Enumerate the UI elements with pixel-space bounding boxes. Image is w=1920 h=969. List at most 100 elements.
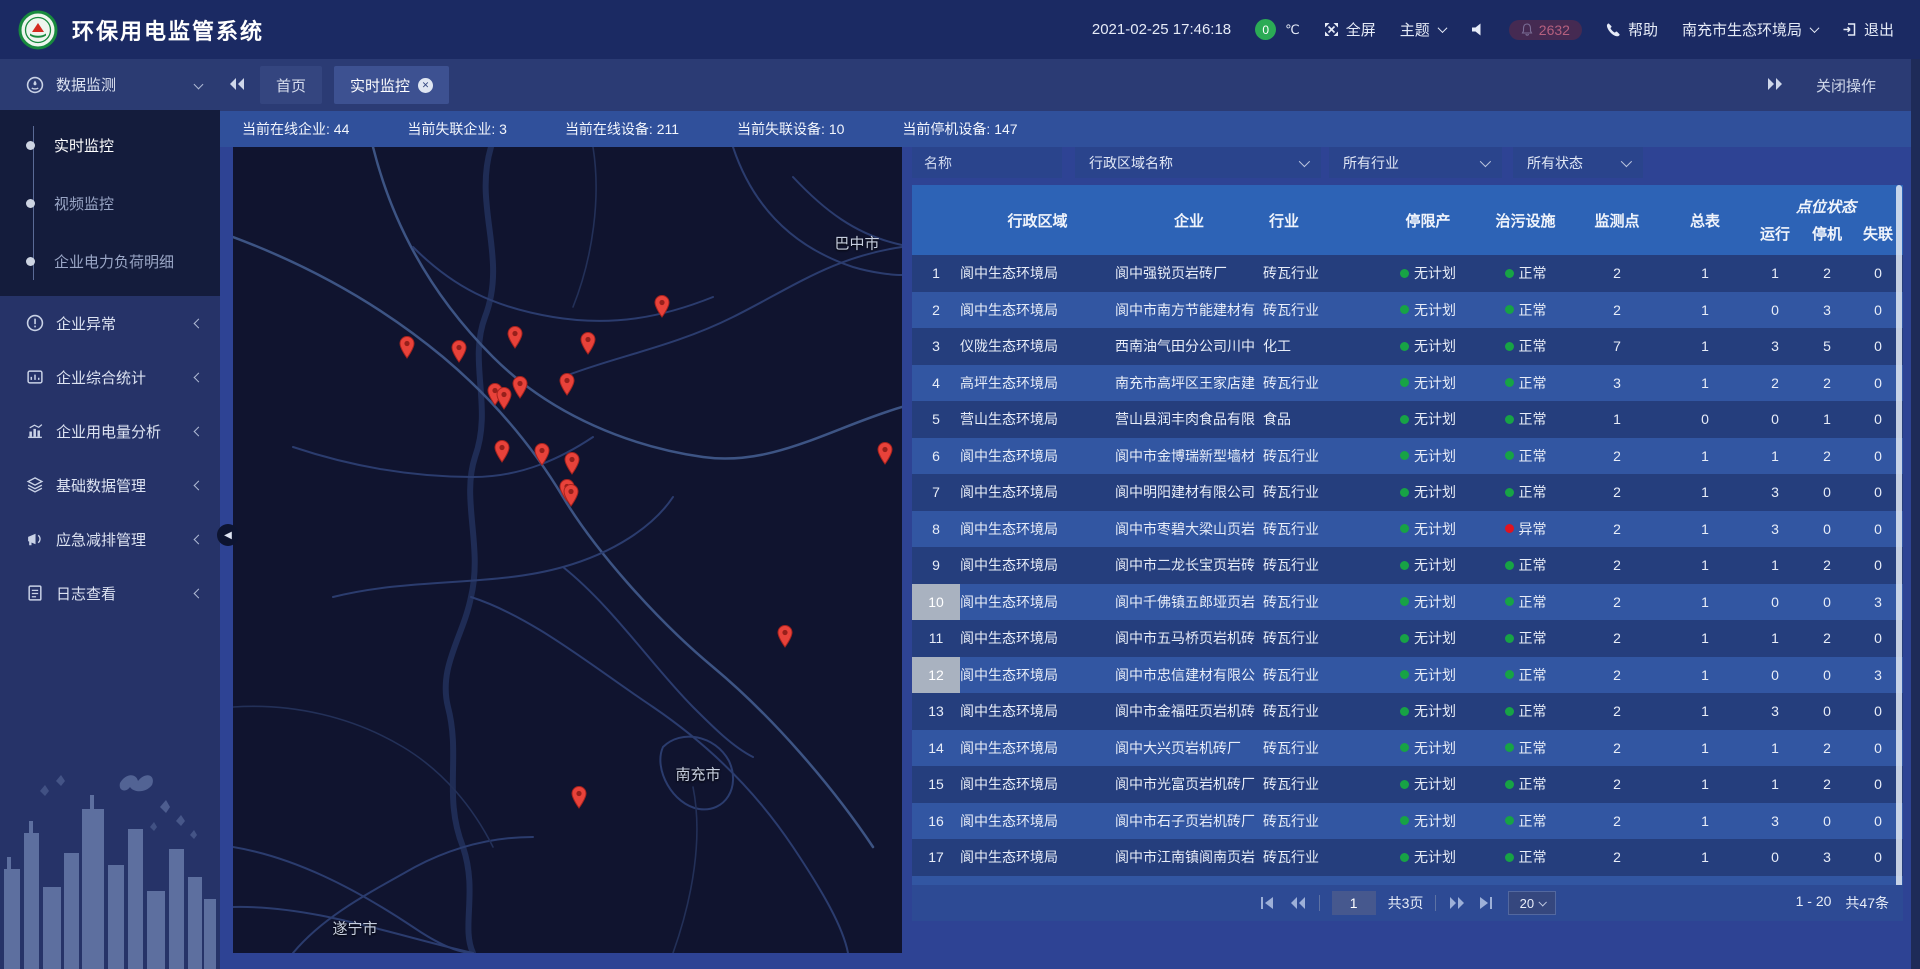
- row-index[interactable]: 11: [912, 620, 960, 657]
- prev-page-button[interactable]: [1289, 896, 1307, 910]
- row-index[interactable]: 1: [912, 255, 960, 292]
- map-pin[interactable]: [511, 375, 529, 399]
- page-number-input[interactable]: [1332, 891, 1376, 915]
- row-index[interactable]: 5: [912, 401, 960, 438]
- table-row[interactable]: 5营山生态环境局营山县润丰肉食品有限食品无计划正常10010: [912, 401, 1903, 438]
- fullscreen-button[interactable]: 全屏: [1324, 19, 1376, 40]
- row-index[interactable]: 12: [912, 657, 960, 694]
- sidebar-item-4[interactable]: 基础数据管理: [0, 458, 220, 512]
- map-pin[interactable]: [563, 451, 581, 475]
- tabs-scroll-left-button[interactable]: [228, 77, 248, 93]
- divider: [1319, 895, 1320, 911]
- table-row[interactable]: 16阆中生态环境局阆中市石子页岩机砖厂砖瓦行业无计划正常21300: [912, 803, 1903, 840]
- org-dropdown[interactable]: 南充市生态环境局: [1682, 19, 1818, 40]
- tab-home[interactable]: 首页: [260, 66, 322, 104]
- table-row[interactable]: 13阆中生态环境局阆中市金福旺页岩机砖砖瓦行业无计划正常21300: [912, 693, 1903, 730]
- row-index[interactable]: 7: [912, 474, 960, 511]
- close-operations-button[interactable]: 关闭操作: [1816, 75, 1876, 96]
- row-index[interactable]: 16: [912, 803, 960, 840]
- region-select[interactable]: 行政区域名称: [1075, 147, 1321, 178]
- first-page-button[interactable]: [1259, 896, 1277, 910]
- table-row[interactable]: 14阆中生态环境局阆中大兴页岩机砖厂砖瓦行业无计划正常21120: [912, 730, 1903, 767]
- table-row[interactable]: 7阆中生态环境局阆中明阳建材有限公司砖瓦行业无计划正常21300: [912, 474, 1903, 511]
- sidebar-item-2[interactable]: 企业综合统计: [0, 350, 220, 404]
- map-pin[interactable]: [533, 442, 551, 466]
- cell-halt-count: 5: [1801, 328, 1853, 365]
- map-pin[interactable]: [506, 325, 524, 349]
- row-index[interactable]: 3: [912, 328, 960, 365]
- table-row[interactable]: 2阆中生态环境局阆中市南方节能建材有砖瓦行业无计划正常21030: [912, 292, 1903, 329]
- table-row[interactable]: 15阆中生态环境局阆中市光富页岩机砖厂砖瓦行业无计划正常21120: [912, 766, 1903, 803]
- tab-close-icon[interactable]: ✕: [418, 78, 433, 93]
- row-index[interactable]: 2: [912, 292, 960, 329]
- table-row[interactable]: 18南部生态环境局南部县砂化水泥有限公建材加工无计划正常60060: [912, 876, 1903, 886]
- logout-button[interactable]: 退出: [1842, 19, 1894, 40]
- map-pin[interactable]: [579, 331, 597, 355]
- table-row[interactable]: 12阆中生态环境局阆中市忠信建材有限公砖瓦行业无计划正常21003: [912, 657, 1903, 694]
- table-row[interactable]: 6阆中生态环境局阆中市金博瑞新型墙材砖瓦行业无计划正常21120: [912, 438, 1903, 475]
- sidebar-item-5[interactable]: 应急减排管理: [0, 512, 220, 566]
- bell-icon: [1521, 23, 1533, 36]
- map-pin[interactable]: [653, 294, 671, 318]
- map-pin[interactable]: [558, 372, 576, 396]
- mute-button[interactable]: [1470, 22, 1485, 37]
- row-index[interactable]: 15: [912, 766, 960, 803]
- map-pin[interactable]: [398, 335, 416, 359]
- help-button[interactable]: 帮助: [1606, 19, 1658, 40]
- cell-region: 阆中生态环境局: [960, 803, 1115, 840]
- table-row[interactable]: 9阆中生态环境局阆中市二龙长宝页岩砖砖瓦行业无计划正常21120: [912, 547, 1903, 584]
- last-page-button[interactable]: [1478, 896, 1496, 910]
- cell-industry: 砖瓦行业: [1263, 292, 1378, 329]
- row-index[interactable]: 8: [912, 511, 960, 548]
- sidebar-subitem-1[interactable]: 视频监控: [0, 174, 220, 232]
- table-row[interactable]: 4高坪生态环境局南充市高坪区王家店建砖瓦行业无计划正常31220: [912, 365, 1903, 402]
- map-pin[interactable]: [562, 483, 580, 507]
- industry-select[interactable]: 所有行业: [1329, 147, 1502, 178]
- table-row[interactable]: 8阆中生态环境局阆中市枣碧大梁山页岩砖瓦行业无计划异常21300: [912, 511, 1903, 548]
- stats-icon: [26, 368, 44, 386]
- tab-realtime-monitor[interactable]: 实时监控 ✕: [334, 66, 449, 104]
- name-search-input[interactable]: [912, 147, 1062, 178]
- sidebar-item-3[interactable]: 企业用电量分析: [0, 404, 220, 458]
- row-index[interactable]: 17: [912, 839, 960, 876]
- table-row[interactable]: 10阆中生态环境局阆中千佛镇五郎垭页岩砖瓦行业无计划正常21003: [912, 584, 1903, 621]
- map-panel[interactable]: 巴中市南充市遂宁市: [233, 147, 902, 953]
- sidebar-subitem-0[interactable]: 实时监控: [0, 116, 220, 174]
- cell-company: 阆中千佛镇五郎垭页岩: [1115, 584, 1263, 621]
- table-row[interactable]: 17阆中生态环境局阆中市江南镇阆南页岩砖瓦行业无计划正常21030: [912, 839, 1903, 876]
- cell-total-meter: 1: [1661, 255, 1749, 292]
- row-index[interactable]: 6: [912, 438, 960, 475]
- sidebar-item-1[interactable]: 企业异常: [0, 296, 220, 350]
- cell-facility-status: 异常: [1478, 511, 1573, 548]
- tabs-scroll-right-button[interactable]: [1766, 77, 1786, 93]
- next-page-button[interactable]: [1448, 896, 1466, 910]
- row-index[interactable]: 9: [912, 547, 960, 584]
- row-index[interactable]: 10: [912, 584, 960, 621]
- status-select[interactable]: 所有状态: [1513, 147, 1643, 178]
- table-row[interactable]: 11阆中生态环境局阆中市五马桥页岩机砖砖瓦行业无计划正常21120: [912, 620, 1903, 657]
- sidebar-subitem-2[interactable]: 企业电力负荷明细: [0, 232, 220, 290]
- sidebar-item-0[interactable]: 数据监测: [0, 59, 220, 110]
- map-pin[interactable]: [493, 439, 511, 463]
- status-dot-green: [1400, 597, 1409, 606]
- table-row[interactable]: 1阆中生态环境局阆中强锐页岩砖厂砖瓦行业无计划正常21120: [912, 255, 1903, 292]
- row-index[interactable]: 13: [912, 693, 960, 730]
- sidebar-item-6[interactable]: 日志查看: [0, 566, 220, 620]
- sidebar-collapse-button[interactable]: ◀: [217, 524, 239, 546]
- cell-stop-limit: 无计划: [1378, 292, 1478, 329]
- page-size-select[interactable]: 20: [1508, 891, 1556, 915]
- theme-dropdown[interactable]: 主题: [1400, 19, 1446, 40]
- row-index[interactable]: 4: [912, 365, 960, 402]
- page-scrollbar[interactable]: [1911, 59, 1920, 969]
- map-pin[interactable]: [450, 339, 468, 363]
- map-pin[interactable]: [876, 441, 894, 465]
- map-pin[interactable]: [776, 624, 794, 648]
- row-index[interactable]: 18: [912, 876, 960, 886]
- cell-total-meter: 1: [1661, 803, 1749, 840]
- status-dot-green: [1400, 561, 1409, 570]
- notification-badge[interactable]: 2632: [1509, 20, 1582, 40]
- table-scrollbar[interactable]: [1896, 185, 1902, 921]
- map-pin[interactable]: [570, 785, 588, 809]
- row-index[interactable]: 14: [912, 730, 960, 767]
- table-row[interactable]: 3仪陇生态环境局西南油气田分公司川中化工无计划正常71350: [912, 328, 1903, 365]
